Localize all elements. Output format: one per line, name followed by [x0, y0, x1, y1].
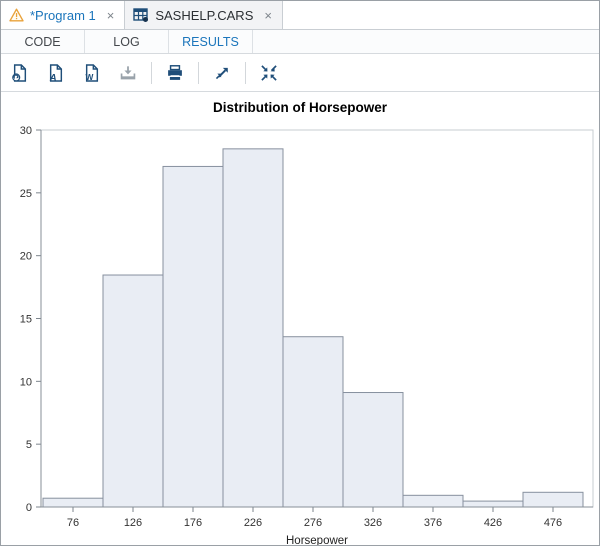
- toolbar-divider: [245, 62, 246, 84]
- exit-maximized-view-icon: [259, 63, 279, 83]
- histogram-bar: [163, 166, 223, 507]
- open-new-window-icon: [212, 63, 232, 83]
- tab-bar-spacer: [283, 1, 599, 29]
- y-tick-label: 5: [26, 439, 32, 451]
- download-rtf-results-button[interactable]: W: [79, 60, 105, 86]
- svg-text:W: W: [86, 72, 94, 82]
- chart-title: Distribution of Horsepower: [1, 92, 599, 120]
- print-button[interactable]: [162, 60, 188, 86]
- view-tab-bar: CODE LOG RESULTS: [1, 30, 599, 54]
- histogram-bar: [343, 393, 403, 507]
- close-icon[interactable]: ×: [263, 9, 273, 22]
- results-toolbar: A W: [1, 54, 599, 92]
- tab-program-1[interactable]: *Program 1 ×: [1, 1, 125, 29]
- document-tab-bar: *Program 1 × SASHELP.CARS ×: [1, 1, 599, 30]
- sas-studio-window: *Program 1 × SASHELP.CARS × CODE LOG RES…: [0, 0, 600, 546]
- table-icon: [133, 8, 149, 22]
- tab-label: *Program 1: [30, 8, 96, 23]
- download-rtf-results-icon: W: [82, 63, 102, 83]
- download-html-results-button[interactable]: [7, 60, 33, 86]
- print-icon: [165, 63, 185, 83]
- download-pdf-results-button[interactable]: A: [43, 60, 69, 86]
- horsepower-histogram: 0 5 10 15 20 25 30 76 126 176 226 276 326 376 426 476 Ho…: [1, 120, 599, 545]
- exit-maximized-view-button[interactable]: [256, 60, 282, 86]
- tab-log[interactable]: LOG: [85, 30, 169, 53]
- download-pdf-results-icon: A: [46, 63, 66, 83]
- results-panel: Distribution of Horsepower 0 5 10 15 20 25 30 7…: [1, 92, 599, 546]
- x-tick-label: 326: [364, 517, 382, 529]
- y-tick-label: 25: [20, 188, 32, 200]
- histogram-bar: [43, 498, 103, 507]
- open-new-window-button[interactable]: [209, 60, 235, 86]
- x-tick-label: 76: [67, 517, 79, 529]
- tab-code[interactable]: CODE: [1, 30, 85, 53]
- toolbar-divider: [198, 62, 199, 84]
- x-tick-label: 476: [544, 517, 562, 529]
- warning-icon: [9, 8, 24, 22]
- x-tick-label: 226: [244, 517, 262, 529]
- tab-sashelp-cars[interactable]: SASHELP.CARS ×: [125, 1, 283, 29]
- x-tick-label: 126: [124, 517, 142, 529]
- x-tick-label: 276: [304, 517, 322, 529]
- download-icon: [118, 63, 138, 83]
- svg-text:A: A: [49, 72, 57, 83]
- toolbar-divider: [151, 62, 152, 84]
- histogram-bar: [223, 149, 283, 507]
- histogram-bar: [523, 492, 583, 507]
- y-tick-label: 20: [20, 251, 32, 263]
- y-tick-label: 15: [20, 314, 32, 326]
- tab-results[interactable]: RESULTS: [169, 30, 253, 53]
- x-tick-label: 426: [484, 517, 502, 529]
- histogram-bar: [283, 337, 343, 507]
- histogram-bar: [103, 275, 163, 507]
- download-html-results-icon: [10, 63, 30, 83]
- download-button[interactable]: [115, 60, 141, 86]
- histogram-bar: [403, 495, 463, 507]
- x-tick-label: 176: [184, 517, 202, 529]
- histogram-bar: [463, 501, 523, 507]
- tab-label: SASHELP.CARS: [155, 8, 253, 23]
- y-tick-label: 30: [20, 125, 32, 137]
- x-tick-label: 376: [424, 517, 442, 529]
- x-axis-title: Horsepower: [286, 535, 348, 545]
- close-icon[interactable]: ×: [106, 9, 116, 22]
- y-tick-label: 10: [20, 376, 32, 388]
- y-tick-label: 0: [26, 502, 32, 514]
